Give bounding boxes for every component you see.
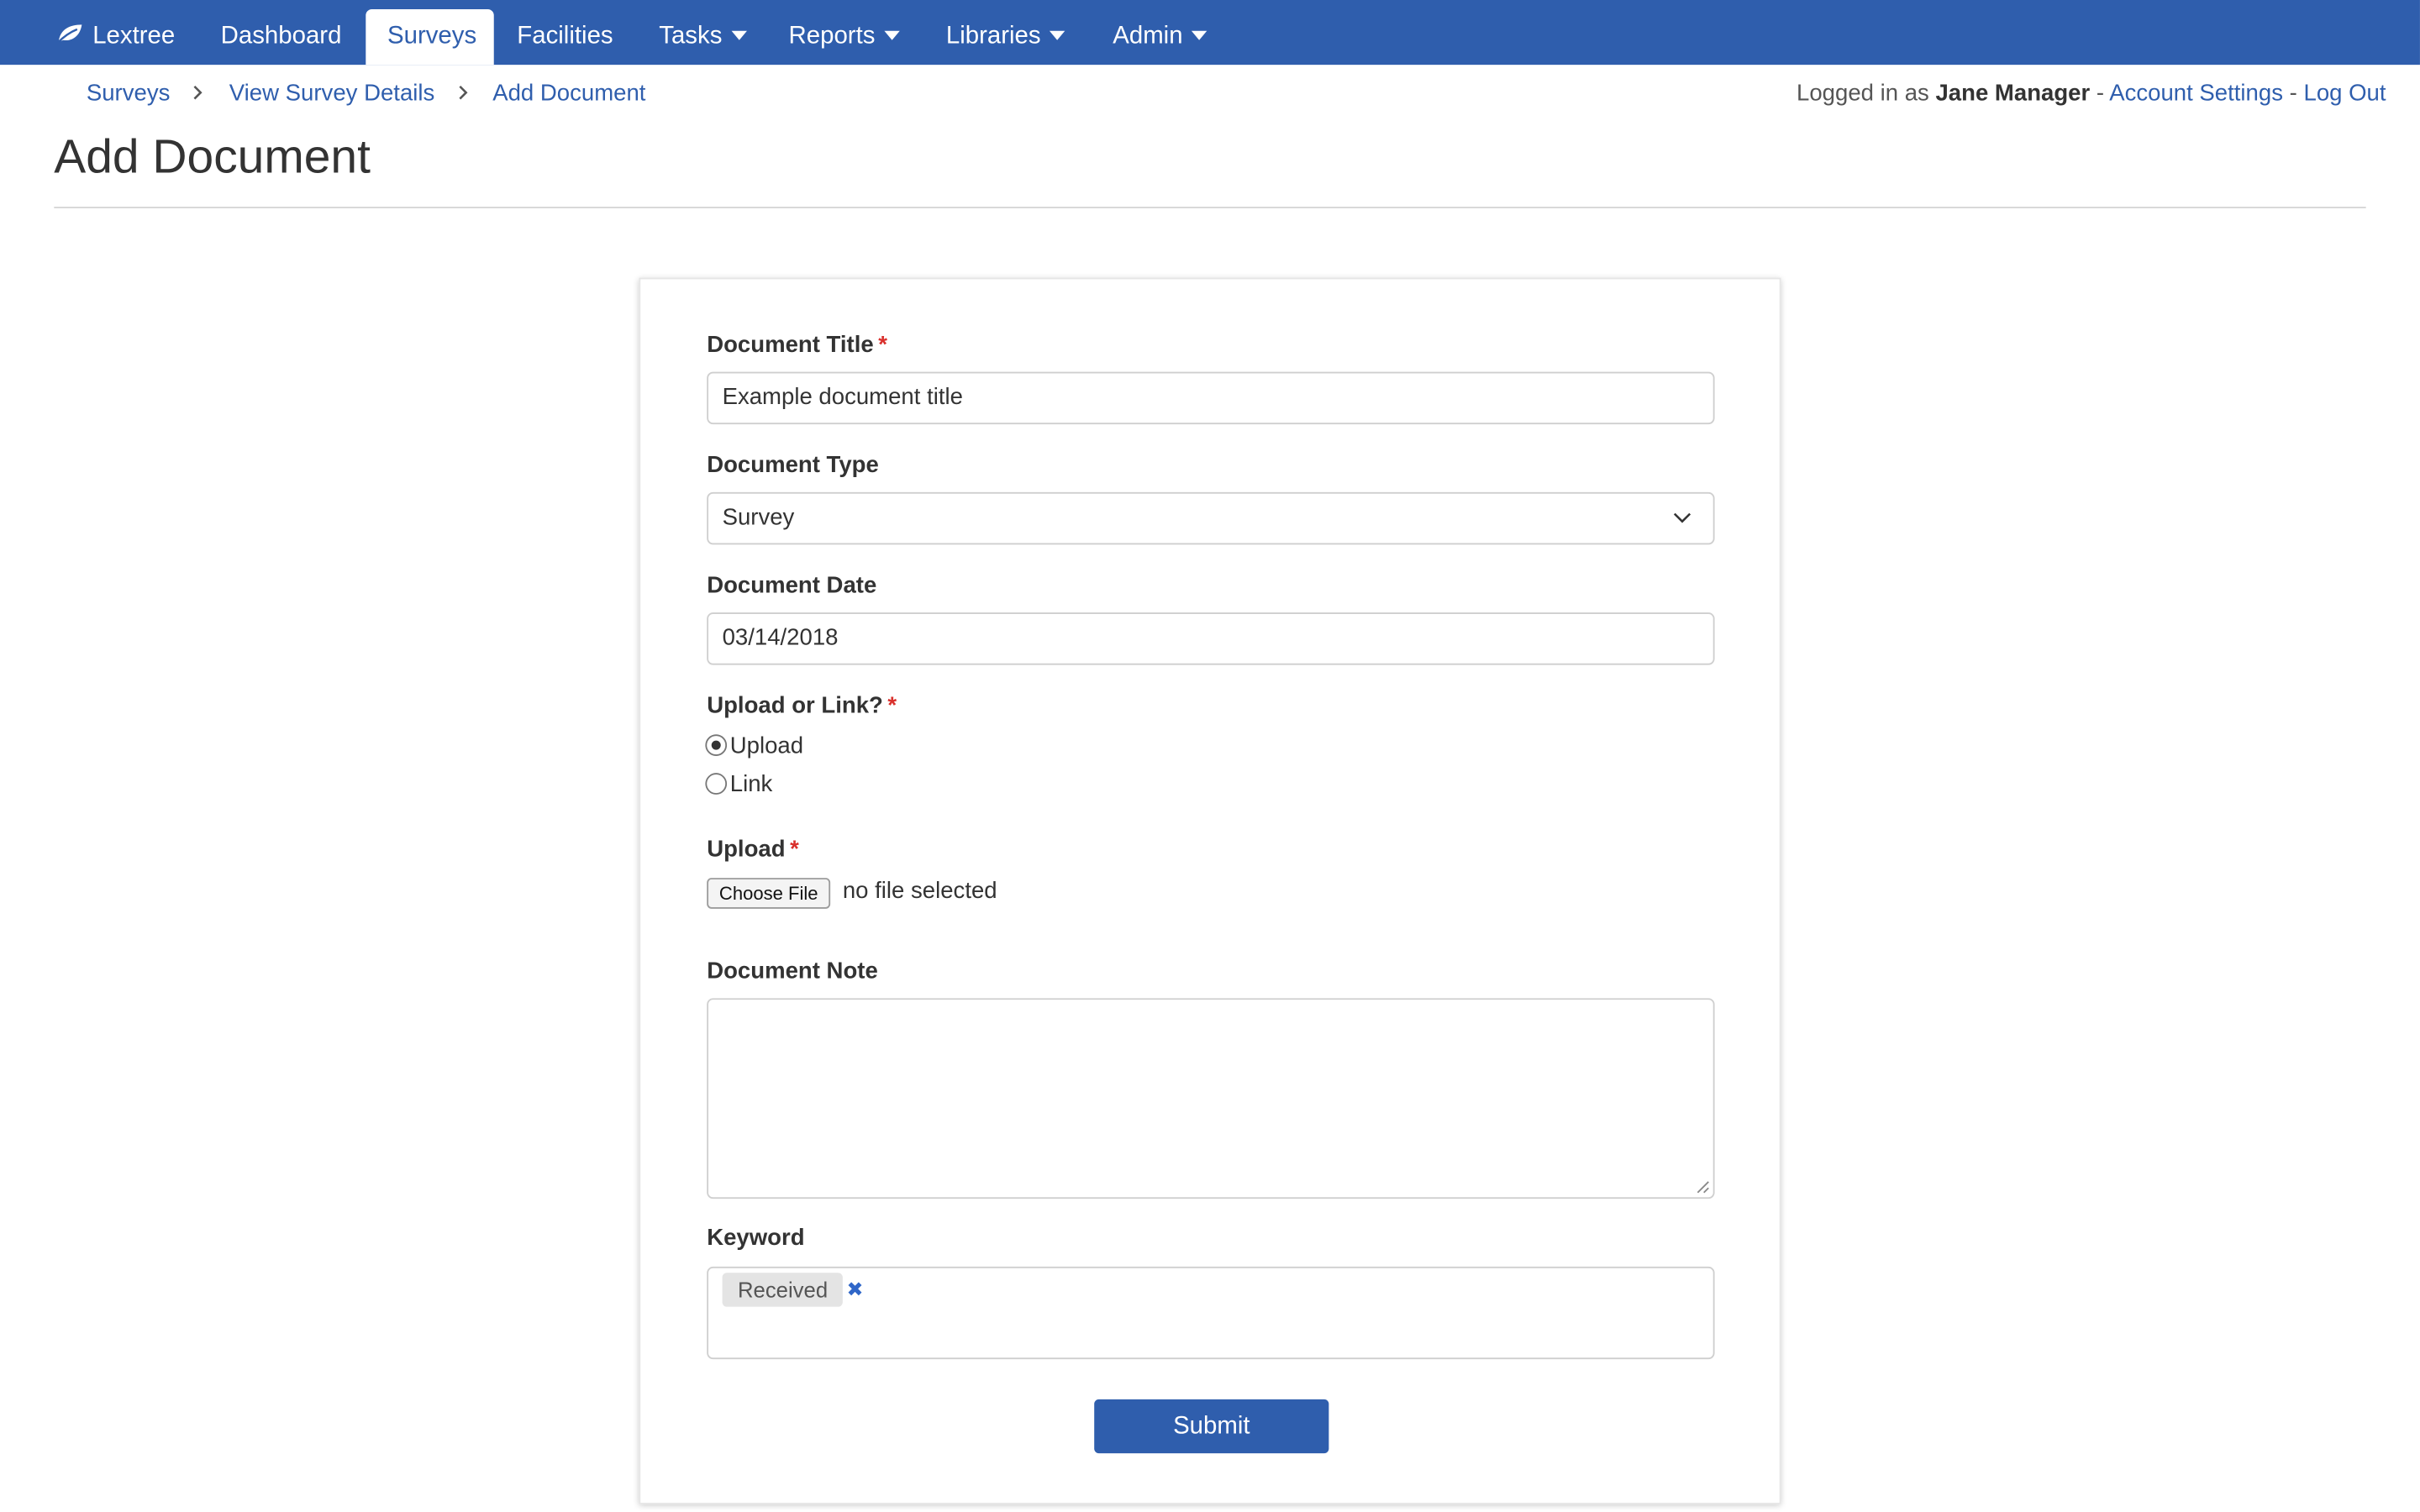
nav-tasks-label: Tasks	[659, 23, 723, 50]
submit-button[interactable]: Submit	[1094, 1399, 1329, 1454]
leaf-icon	[56, 24, 82, 44]
nav-facilities[interactable]: Facilities	[496, 9, 635, 65]
title-divider	[54, 207, 2366, 208]
document-note-textarea[interactable]	[707, 998, 1715, 1200]
chevron-right-icon	[459, 85, 468, 100]
brand-label: Lextree	[92, 23, 176, 50]
remove-tag-icon[interactable]: ✖	[843, 1273, 867, 1306]
caret-down-icon	[884, 30, 900, 40]
document-type-select[interactable]: Survey	[707, 491, 1715, 545]
choose-file-button[interactable]: Choose File	[707, 878, 831, 909]
breadcrumb-add-document[interactable]: Add Document	[492, 81, 645, 107]
radio-upload-control[interactable]	[705, 734, 728, 757]
radio-upload-label: Upload	[729, 732, 804, 759]
nav-admin-label: Admin	[1113, 23, 1183, 50]
nav-libraries-label: Libraries	[945, 23, 1041, 50]
upload-label: Upload *	[707, 836, 799, 862]
nav-reports-label: Reports	[788, 23, 876, 50]
document-date-value: 03/14/2018	[722, 624, 839, 652]
resize-handle-icon[interactable]	[1697, 1180, 1711, 1194]
nav-libraries[interactable]: Libraries	[924, 9, 1087, 65]
nav-surveys-label: Surveys	[387, 23, 477, 50]
radio-link[interactable]: Link	[705, 770, 772, 801]
document-date-input[interactable]: 03/14/2018	[707, 612, 1715, 665]
file-selection-status: no file selected	[842, 878, 997, 905]
caret-down-icon	[731, 30, 747, 40]
caret-down-icon	[1050, 30, 1065, 40]
brand-link[interactable]: Lextree	[55, 9, 175, 65]
radio-link-control[interactable]	[705, 773, 728, 795]
page-title: Add Document	[54, 129, 371, 184]
log-out-link[interactable]: Log Out	[2304, 81, 2386, 107]
chevron-down-icon	[1673, 512, 1691, 523]
nav-tasks[interactable]: Tasks	[638, 9, 769, 65]
upload-or-link-label: Upload or Link? *	[707, 693, 897, 719]
logged-in-prefix: Logged in as	[1797, 80, 1929, 107]
chevron-right-icon	[194, 85, 203, 100]
document-date-label: Document Date	[707, 572, 877, 599]
required-marker: *	[790, 836, 799, 863]
keyword-tag-label: Received	[737, 1277, 829, 1303]
nav-surveys[interactable]: Surveys	[366, 9, 494, 66]
required-marker: *	[878, 331, 887, 359]
upload-label-text: Upload	[707, 836, 786, 863]
document-title-label-text: Document Title	[707, 331, 874, 359]
required-marker: *	[887, 692, 897, 719]
nav-admin[interactable]: Admin	[1092, 9, 1229, 65]
document-title-value: Example document title	[722, 384, 963, 411]
document-title-label: Document Title *	[707, 332, 887, 358]
current-user-name: Jane Manager	[1935, 80, 2091, 107]
radio-upload[interactable]: Upload	[705, 732, 803, 763]
breadcrumb-surveys[interactable]: Surveys	[87, 81, 171, 107]
nav-reports[interactable]: Reports	[767, 9, 922, 65]
keyword-label: Keyword	[707, 1225, 805, 1252]
document-title-input[interactable]: Example document title	[707, 371, 1715, 425]
nav-dashboard-label: Dashboard	[220, 23, 342, 50]
nav-facilities-label: Facilities	[517, 23, 613, 50]
breadcrumb: Surveys View Survey Details Add Document	[87, 77, 646, 111]
radio-link-label: Link	[729, 771, 773, 798]
breadcrumb-view-survey-details[interactable]: View Survey Details	[229, 81, 435, 107]
keyword-tag: Received	[722, 1273, 844, 1307]
document-type-value: Survey	[722, 504, 795, 531]
add-document-form: Document Title * Example document title D…	[639, 277, 1781, 1504]
document-note-label: Document Note	[707, 958, 878, 984]
keyword-input[interactable]: Received ✖	[707, 1266, 1715, 1360]
account-separator: -	[2289, 80, 2297, 107]
account-bar: Logged in as Jane Manager - Account Sett…	[1797, 77, 2386, 111]
caret-down-icon	[1192, 30, 1207, 40]
upload-or-link-label-text: Upload or Link?	[707, 692, 883, 719]
document-type-label: Document Type	[707, 452, 879, 479]
top-navbar: Lextree Dashboard Surveys Facilities Tas…	[0, 0, 2420, 66]
nav-dashboard[interactable]: Dashboard	[199, 9, 363, 65]
account-settings-link[interactable]: Account Settings	[2109, 81, 2283, 107]
account-separator: -	[2096, 80, 2105, 107]
